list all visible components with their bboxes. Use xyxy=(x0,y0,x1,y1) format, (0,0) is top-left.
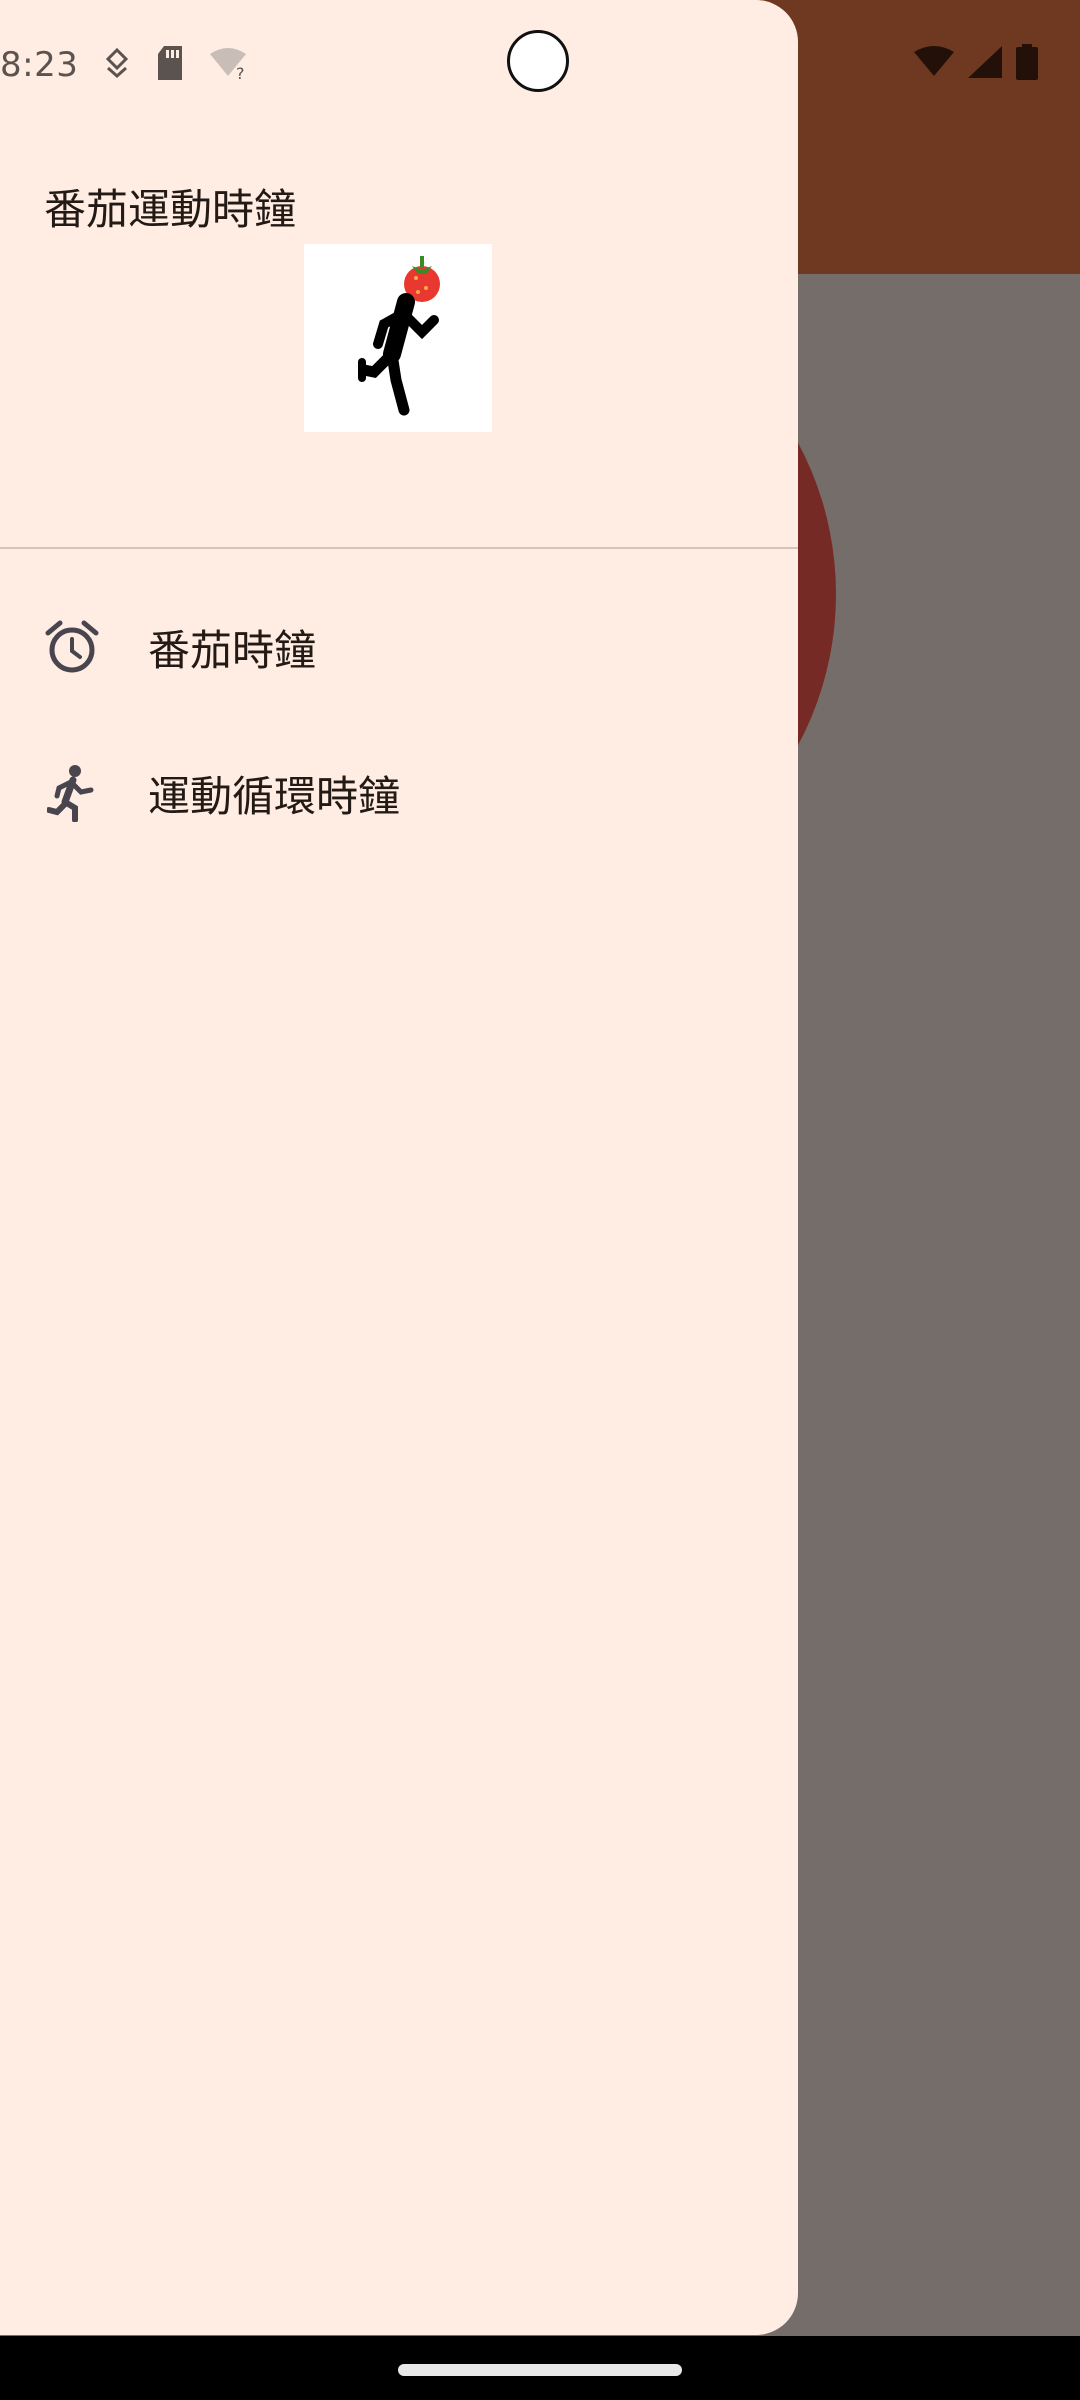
drawer-divider xyxy=(0,547,798,549)
sd-card-icon xyxy=(156,46,184,84)
navigation-drawer: 8:23 ? 番茄運動時鐘 番茄時鐘 運動循環時鐘 xyxy=(0,0,798,2335)
home-gesture-handle[interactable] xyxy=(398,2364,682,2376)
wifi-icon xyxy=(914,46,954,82)
alarm-clock-icon xyxy=(42,617,102,677)
cell-signal-icon xyxy=(968,46,1002,82)
status-icons-right xyxy=(914,44,1038,84)
running-tomato-icon xyxy=(304,244,492,432)
wifi-unknown-icon: ? xyxy=(210,46,250,84)
running-person-icon xyxy=(42,763,102,823)
nav-item-label: 運動循環時鐘 xyxy=(148,771,401,821)
nav-item-exercise-interval-clock[interactable]: 運動循環時鐘 xyxy=(0,728,798,858)
nav-item-pomodoro-clock[interactable]: 番茄時鐘 xyxy=(0,582,798,712)
svg-text:?: ? xyxy=(236,64,245,80)
status-bar-left: 8:23 ? xyxy=(0,42,250,88)
status-time: 8:23 xyxy=(0,45,79,85)
screen: 8:23 ? 番茄運動時鐘 番茄時鐘 運動循環時鐘 xyxy=(0,0,1080,2400)
battery-icon xyxy=(1016,44,1038,84)
front-camera xyxy=(507,30,569,92)
drawer-title: 番茄運動時鐘 xyxy=(44,185,297,234)
location-notification-icon xyxy=(104,47,130,82)
nav-item-label: 番茄時鐘 xyxy=(148,625,317,675)
